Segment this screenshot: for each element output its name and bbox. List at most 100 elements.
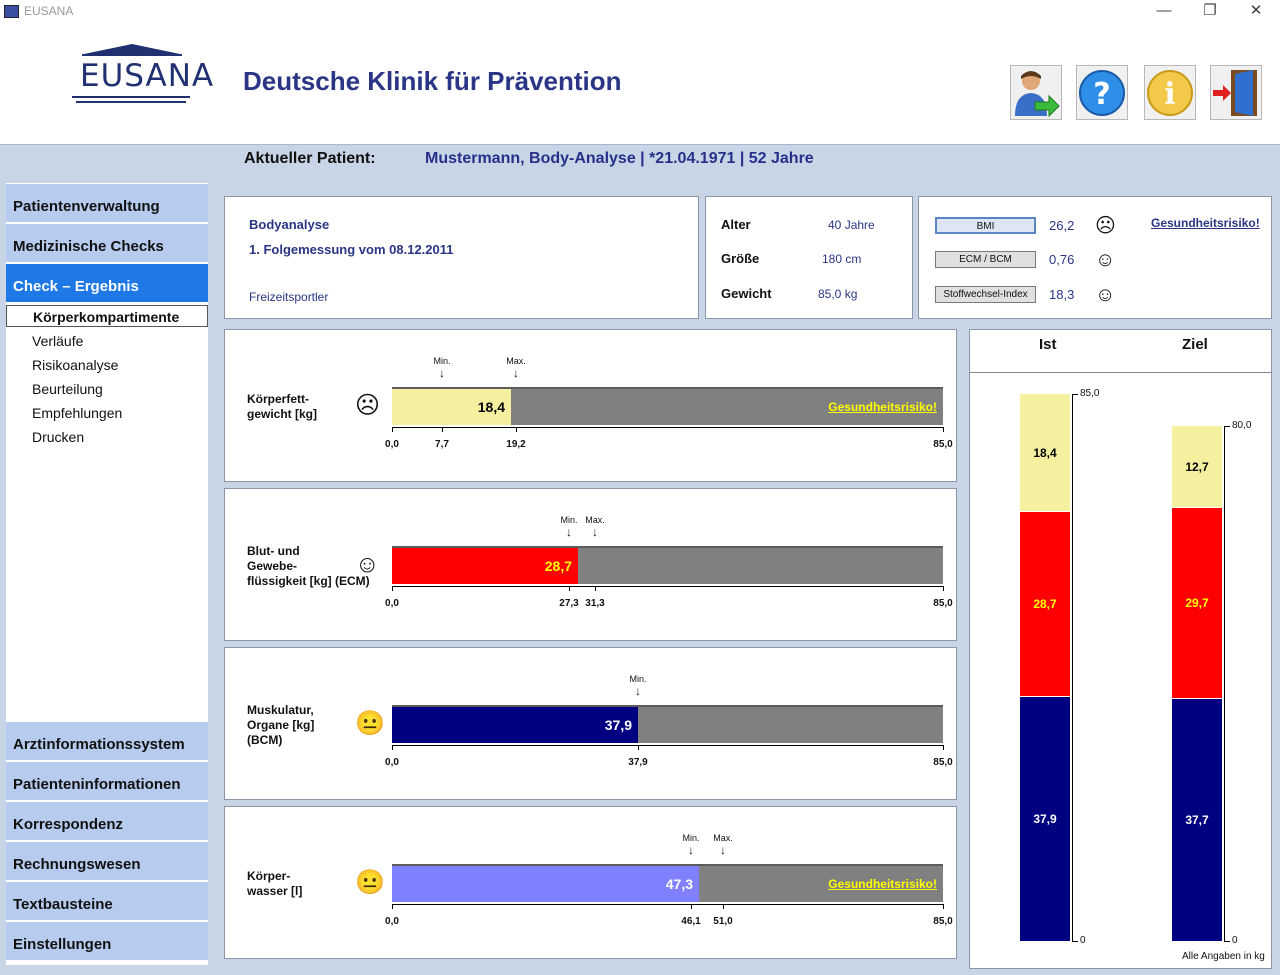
column-segment: 12,7: [1172, 426, 1222, 508]
tick-label: 46,1: [681, 916, 701, 927]
subnav-koerperkompartimente[interactable]: Körperkompartimente: [6, 305, 208, 327]
profile-type: Freizeitsportler: [249, 290, 329, 304]
tick-label: 31,3: [585, 598, 605, 609]
nav-einstellungen[interactable]: Einstellungen: [6, 922, 208, 961]
tick-label: 85,0: [933, 757, 953, 768]
happy-face-icon: ☺: [1095, 249, 1116, 271]
column-segment: 37,9: [1020, 697, 1070, 941]
nav-rechnungswesen[interactable]: Rechnungswesen: [6, 842, 208, 881]
bar-axis: [392, 904, 943, 905]
tick-label: 0,0: [385, 598, 399, 609]
max-marker: Max. ↓: [713, 832, 733, 856]
help-button[interactable]: ?: [1076, 65, 1128, 120]
minimize-button[interactable]: —: [1141, 0, 1187, 24]
subnav-drucken[interactable]: Drucken: [6, 426, 208, 448]
nav-patienteninformationen[interactable]: Patienteninformationen: [6, 762, 208, 801]
compartment-bar: 18,4 Gesundheitsrisiko!: [392, 387, 943, 425]
axis-tick: [1224, 941, 1230, 942]
axis-tick: [943, 745, 944, 750]
nav-patientenverwaltung[interactable]: Patientenverwaltung: [6, 184, 208, 223]
tick-label: 0,0: [385, 757, 399, 768]
axis-label: 80,0: [1232, 420, 1252, 431]
nav-arztinformationssystem[interactable]: Arztinformationssystem: [6, 722, 208, 761]
bar-fill: [392, 866, 699, 902]
ecm-bcm-button[interactable]: ECM / BCM: [935, 251, 1036, 268]
bar-axis: [392, 427, 943, 428]
sad-face-icon: ☹: [355, 392, 381, 419]
axis-tick: [943, 427, 944, 432]
subnav-empfehlungen[interactable]: Empfehlungen: [6, 402, 208, 424]
unit-footnote: Alle Angaben in kg: [1182, 951, 1265, 962]
nav-medizinische-checks[interactable]: Medizinische Checks: [6, 224, 208, 263]
sad-face-icon: ☹: [1095, 215, 1116, 237]
height-value: 180 cm: [822, 252, 862, 266]
nav-korrespondenz[interactable]: Korrespondenz: [6, 802, 208, 841]
patient-switch-button[interactable]: [1010, 65, 1062, 120]
axis-tick: [723, 904, 724, 909]
clinic-title: Deutsche Klinik für Prävention: [243, 66, 622, 96]
weight-label: Gewicht: [721, 286, 772, 301]
axis-tick: [569, 586, 570, 591]
axis-label: 0: [1232, 935, 1238, 946]
row-label: Muskulatur, Organe [kg] (BCM): [247, 702, 315, 747]
axis-tick: [392, 745, 393, 750]
exit-button[interactable]: [1210, 65, 1262, 120]
down-arrow-icon: ↓: [438, 366, 445, 380]
compartment-row: Blut- und Gewebe- flüssigkeit [kg] (ECM)…: [224, 488, 957, 641]
bar-value: 18,4: [477, 399, 505, 415]
exit-door-icon: [1213, 70, 1257, 116]
tick-label: 7,7: [435, 439, 449, 450]
info-icon: i: [1147, 70, 1193, 116]
bmi-button[interactable]: BMI: [935, 217, 1036, 234]
column-segment: 18,4: [1020, 394, 1070, 512]
analysis-title: Bodyanalyse: [249, 217, 330, 232]
age-value: 40 Jahre: [828, 218, 875, 232]
axis-tick: [1224, 426, 1230, 427]
tick-label: 0,0: [385, 439, 399, 450]
column-segment: 37,7: [1172, 699, 1222, 941]
window-titlebar: [0, 0, 1280, 24]
ist-header: Ist: [1039, 336, 1057, 353]
max-marker: Max. ↓: [585, 514, 605, 538]
min-marker: Min. ↓: [682, 832, 699, 856]
marker-label: Min.: [560, 515, 578, 525]
nav-textbausteine[interactable]: Textbausteine: [6, 882, 208, 921]
restore-button[interactable]: ❐: [1187, 0, 1233, 24]
stoffwechsel-index-value: 18,3: [1049, 287, 1075, 302]
neutral-face-icon: 😐: [355, 710, 385, 737]
tick-label: 85,0: [933, 916, 953, 927]
compartment-bar: 37,9: [392, 705, 943, 743]
bar-axis: [392, 745, 943, 746]
health-risk-link[interactable]: Gesundheitsrisiko!: [828, 877, 937, 891]
axis-tick: [943, 904, 944, 909]
axis-label: 85,0: [1080, 388, 1100, 399]
neutral-face-icon: 😐: [355, 869, 385, 896]
axis-tick: [1072, 941, 1078, 942]
health-risk-link[interactable]: Gesundheitsrisiko!: [828, 400, 937, 414]
bmi-value: 26,2: [1049, 218, 1075, 233]
column-segment: 28,7: [1020, 512, 1070, 697]
down-arrow-icon: ↓: [512, 366, 519, 380]
subnav-verlaeufe[interactable]: Verläufe: [6, 330, 208, 352]
tick-label: 85,0: [933, 598, 953, 609]
logo-text: EUSANA: [80, 58, 215, 94]
ziel-header: Ziel: [1182, 336, 1208, 353]
svg-text:?: ?: [1093, 77, 1110, 112]
close-button[interactable]: ✕: [1233, 0, 1279, 24]
down-arrow-icon: ↓: [591, 525, 598, 539]
nav-check-ergebnis[interactable]: Check – Ergebnis: [6, 264, 208, 303]
window-title: EUSANA: [24, 4, 74, 18]
min-marker: Min. ↓: [433, 355, 450, 379]
indices-card: BMI 26,2 ☹ ECM / BCM 0,76 ☺ Stoffwechsel…: [918, 196, 1272, 319]
info-button[interactable]: i: [1144, 65, 1196, 120]
height-label: Größe: [721, 251, 760, 266]
marker-label: Max.: [506, 356, 526, 366]
stoffwechsel-index-button[interactable]: Stoffwechsel-Index: [935, 286, 1036, 303]
health-risk-link[interactable]: Gesundheitsrisiko!: [1151, 216, 1260, 230]
subnav-risikoanalyse[interactable]: Risikoanalyse: [6, 354, 208, 376]
marker-label: Min.: [629, 674, 647, 684]
bar-value: 37,9: [604, 717, 632, 733]
down-arrow-icon: ↓: [634, 684, 641, 698]
subnav-beurteilung[interactable]: Beurteilung: [6, 378, 208, 400]
tick-label: 27,3: [559, 598, 579, 609]
